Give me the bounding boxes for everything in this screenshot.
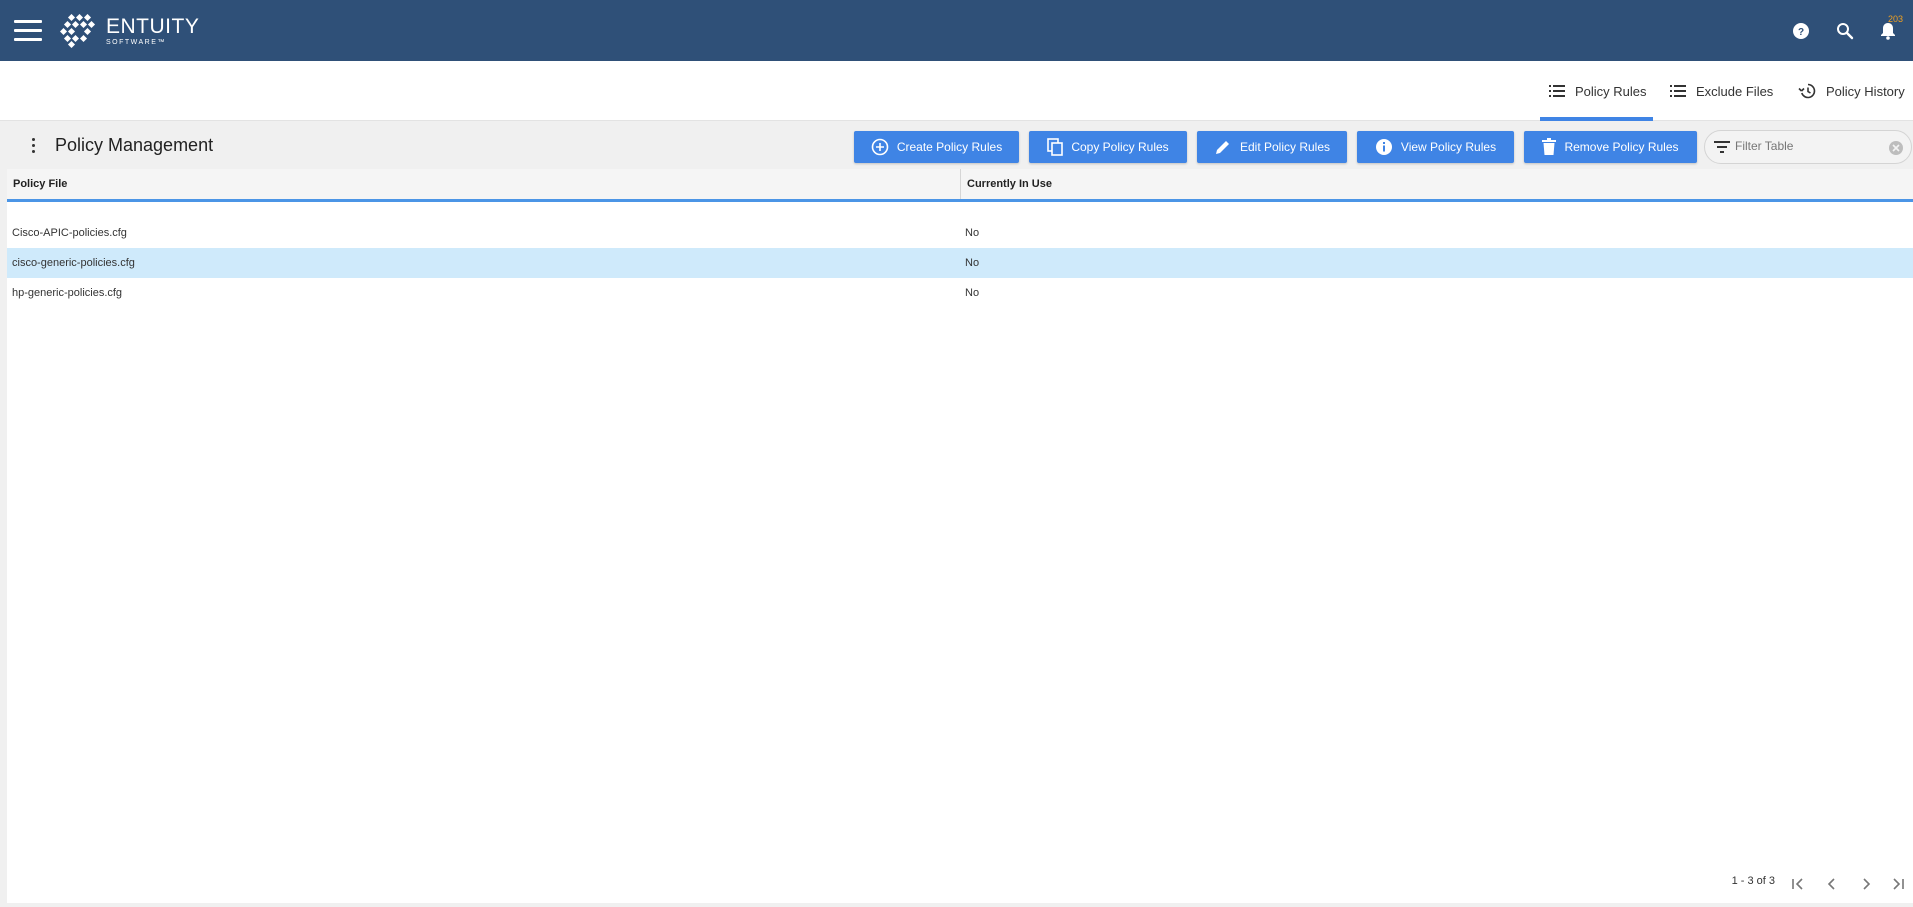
svg-text:?: ?: [1798, 27, 1804, 38]
pencil-icon: [1215, 141, 1229, 154]
logo-mark-icon: [60, 14, 96, 48]
filter-icon: [1714, 141, 1730, 153]
last-page-icon[interactable]: [1887, 873, 1909, 895]
top-app-bar: ENTUITY SOFTWARE™ ? 203: [0, 0, 1913, 61]
cell-policy-file: cisco-generic-policies.cfg: [12, 257, 135, 269]
pagination-range: 1 - 3 of 3: [1731, 875, 1775, 887]
first-page-icon[interactable]: [1787, 873, 1809, 895]
brand-subtitle: SOFTWARE™: [106, 39, 166, 46]
add-circle-icon: [871, 138, 889, 156]
logo-text: ENTUITY SOFTWARE™: [106, 16, 199, 46]
tab-label: Policy History: [1826, 83, 1905, 99]
clear-icon[interactable]: [1888, 140, 1904, 156]
tab-policy-history[interactable]: Policy History: [1798, 61, 1910, 121]
info-icon: [1375, 139, 1392, 155]
cell-in-use: No: [965, 227, 980, 239]
paginator: 1 - 3 of 3: [7, 863, 1913, 903]
view-policy-rules-button[interactable]: View Policy Rules: [1357, 131, 1514, 163]
tab-exclude-files[interactable]: Exclude Files: [1670, 61, 1780, 121]
notification-badge: 203: [1888, 14, 1904, 24]
cell-in-use: No: [965, 287, 980, 299]
button-label: Create Policy Rules: [896, 140, 1003, 154]
column-header-policy-file[interactable]: Policy File: [7, 169, 960, 199]
menu-icon[interactable]: [14, 20, 42, 42]
brand-name: ENTUITY: [106, 15, 200, 38]
edit-policy-rules-button[interactable]: Edit Policy Rules: [1197, 131, 1347, 163]
more-options-icon[interactable]: [31, 138, 37, 154]
table-row[interactable]: cisco-generic-policies.cfg No: [7, 248, 1913, 278]
cell-policy-file: hp-generic-policies.cfg: [12, 287, 123, 299]
list-icon: [1549, 85, 1565, 97]
cell-policy-file: Cisco-APIC-policies.cfg: [12, 227, 127, 239]
tab-policy-rules[interactable]: Policy Rules: [1540, 61, 1653, 121]
copy-icon: [1047, 138, 1064, 156]
button-label: Copy Policy Rules: [1071, 140, 1169, 154]
table-row[interactable]: hp-generic-policies.cfg No: [7, 278, 1913, 308]
page-toolbar: Policy Management Create Policy Rules Co…: [7, 121, 1913, 169]
history-icon: [1798, 83, 1816, 99]
page-title: Policy Management: [55, 135, 214, 155]
tab-bar: Policy Rules Exclude Files Policy Histor…: [0, 61, 1913, 121]
bell-icon[interactable]: 203: [1876, 14, 1903, 42]
button-label: Edit Policy Rules: [1239, 140, 1331, 154]
list-icon: [1670, 85, 1686, 97]
help-icon[interactable]: ?: [1789, 18, 1813, 42]
filter-table: [1704, 130, 1912, 164]
table-row[interactable]: Cisco-APIC-policies.cfg No: [7, 218, 1913, 248]
remove-policy-rules-button[interactable]: Remove Policy Rules: [1524, 131, 1697, 163]
tab-label: Exclude Files: [1696, 83, 1774, 99]
column-header-currently-in-use[interactable]: Currently In Use: [960, 169, 1913, 199]
copy-policy-rules-button[interactable]: Copy Policy Rules: [1029, 131, 1187, 163]
button-label: Remove Policy Rules: [1564, 140, 1679, 154]
policy-table: Policy File Currently In Use Cisco-APIC-…: [7, 169, 1913, 903]
entuity-logo[interactable]: ENTUITY SOFTWARE™: [60, 14, 199, 48]
filter-input[interactable]: [1735, 139, 1885, 153]
button-label: View Policy Rules: [1400, 140, 1497, 154]
tab-label: Policy Rules: [1575, 83, 1647, 99]
next-page-icon[interactable]: [1855, 873, 1877, 895]
search-icon[interactable]: [1833, 18, 1857, 42]
previous-page-icon[interactable]: [1821, 873, 1843, 895]
create-policy-rules-button[interactable]: Create Policy Rules: [854, 131, 1019, 163]
table-header: Policy File Currently In Use: [7, 169, 1913, 202]
cell-in-use: No: [965, 257, 980, 269]
trash-icon: [1542, 138, 1557, 155]
